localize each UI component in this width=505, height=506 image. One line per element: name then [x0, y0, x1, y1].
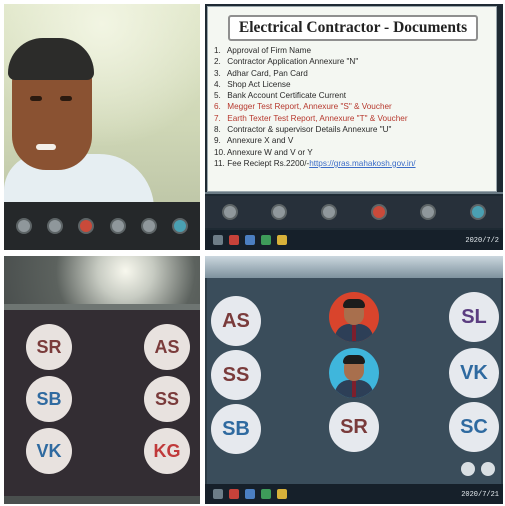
- person-mouth: [36, 144, 56, 150]
- avatar[interactable]: SB: [211, 404, 261, 454]
- chat-icon[interactable]: [46, 218, 63, 234]
- app-icon[interactable]: [245, 489, 255, 499]
- list-item: 8. Contractor & supervisor Details Annex…: [214, 125, 392, 135]
- avatar[interactable]: KG: [144, 428, 190, 474]
- participant-grid-right: AS SL SS VK SB SR SC 2020/7/21: [205, 256, 503, 504]
- avatar[interactable]: SC: [449, 402, 499, 452]
- record-icon[interactable]: [370, 204, 387, 220]
- avatar[interactable]: AS: [211, 296, 261, 346]
- list-item: 2. Contractor Application Annexure "N": [214, 57, 359, 67]
- timestamp: 2020/7/21: [461, 491, 499, 499]
- avatar[interactable]: SL: [449, 292, 499, 342]
- list-item: 5. Bank Account Certificate Current: [214, 91, 347, 101]
- app-icon[interactable]: [277, 489, 287, 499]
- window-titlebar: [205, 256, 503, 278]
- avatar[interactable]: SS: [211, 350, 261, 400]
- list-item: 10. Annexure W and V or Y: [214, 147, 313, 157]
- app-icon[interactable]: [261, 489, 271, 499]
- list-item: 9. Annexure X and V: [214, 136, 294, 146]
- avatar[interactable]: SB: [26, 376, 72, 422]
- taskbar: [205, 230, 503, 250]
- participant-grid-left: SR AS SB SS VK KG: [4, 256, 200, 504]
- document-title: Electrical Contractor - Documents: [228, 15, 478, 41]
- participant-photo[interactable]: [329, 292, 379, 342]
- participant-photo[interactable]: [329, 348, 379, 398]
- taskbar: [205, 484, 503, 504]
- app-icon[interactable]: [277, 235, 287, 245]
- app-icon[interactable]: [261, 235, 271, 245]
- avatar[interactable]: VK: [26, 428, 72, 474]
- record-icon[interactable]: [78, 218, 95, 234]
- meeting-toolbar: [4, 202, 200, 250]
- info-icon[interactable]: [470, 204, 487, 220]
- info-icon[interactable]: [172, 218, 189, 234]
- app-icon[interactable]: [229, 235, 239, 245]
- view-icon[interactable]: [481, 462, 495, 476]
- timestamp: 2020/7/2: [465, 237, 499, 245]
- participants-icon[interactable]: [221, 204, 238, 220]
- share-icon[interactable]: [109, 218, 126, 234]
- list-item: 4. Shop Act License: [214, 79, 291, 89]
- list-item: 3. Adhar Card, Pan Card: [214, 68, 308, 78]
- webcam-panel: [4, 4, 200, 250]
- document-panel: Electrical Contractor - Documents 1. App…: [205, 4, 503, 250]
- list-item: 6. Megger Test Report, Annexure "S" & Vo…: [214, 102, 392, 112]
- chat-icon[interactable]: [271, 204, 288, 220]
- document-list: 1. Approval of Firm Name 2. Contractor A…: [214, 45, 498, 169]
- share-icon[interactable]: [321, 204, 338, 220]
- avatar[interactable]: AS: [144, 324, 190, 370]
- fee-link[interactable]: https://gras.mahakosh.gov.in/: [309, 159, 415, 168]
- person-eye: [30, 96, 42, 101]
- settings-icon[interactable]: [420, 204, 437, 220]
- start-icon[interactable]: [213, 489, 223, 499]
- avatar[interactable]: SR: [26, 324, 72, 370]
- start-icon[interactable]: [213, 235, 223, 245]
- person-eye: [60, 96, 72, 101]
- settings-icon[interactable]: [140, 218, 157, 234]
- participants-icon[interactable]: [15, 218, 32, 234]
- avatar[interactable]: VK: [449, 348, 499, 398]
- list-item: 11. Fee Reciept Rs.2200/-https://gras.ma…: [214, 158, 416, 168]
- document-slide: Electrical Contractor - Documents 1. App…: [207, 6, 497, 192]
- more-icon[interactable]: [461, 462, 475, 476]
- app-icon[interactable]: [245, 235, 255, 245]
- meeting-toolbar: [205, 196, 503, 228]
- avatar[interactable]: SR: [329, 402, 379, 452]
- list-item: 1. Approval of Firm Name: [214, 46, 312, 55]
- app-icon[interactable]: [229, 489, 239, 499]
- divider: [205, 192, 503, 194]
- screen-glare: [4, 256, 200, 306]
- avatar[interactable]: SS: [144, 376, 190, 422]
- list-item: 7. Earth Texter Test Report, Annexure "T…: [214, 113, 408, 123]
